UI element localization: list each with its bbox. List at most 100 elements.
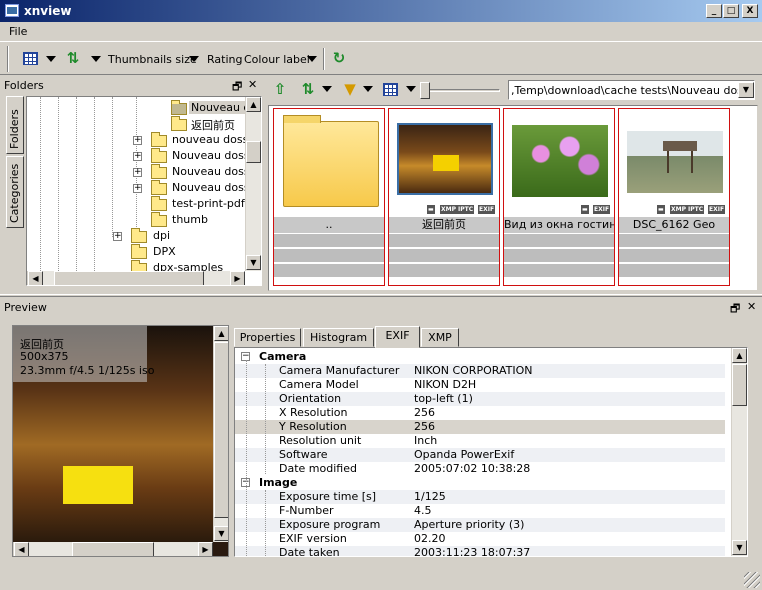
- tab-exif[interactable]: EXIF: [375, 326, 420, 348]
- scroll-right-icon[interactable]: ▶: [230, 271, 245, 285]
- folder-icon: [171, 116, 187, 131]
- exif-tree[interactable]: − Camera Camera Manufacturer NIKON CORPOR…: [234, 347, 748, 557]
- view-mode-icon[interactable]: [23, 52, 38, 65]
- sort-icon[interactable]: ⇅: [300, 81, 316, 97]
- scroll-left-icon[interactable]: ◀: [28, 271, 43, 285]
- exif-row-selected[interactable]: Y Resolution 256: [235, 420, 725, 434]
- scroll-down-icon[interactable]: ▼: [214, 526, 228, 541]
- tab-categories[interactable]: Categories: [6, 156, 24, 228]
- thumbnail-item[interactable]: ▬ XMP IPTC EXIF 返回前页: [388, 108, 500, 286]
- sort-dropdown-icon[interactable]: [91, 56, 101, 62]
- filter-dropdown-icon[interactable]: [363, 86, 373, 92]
- file-type-icon: ▬: [581, 205, 589, 214]
- tab-histogram[interactable]: Histogram: [303, 328, 374, 347]
- thumbnail-item[interactable]: ▬ EXIF Вид из окна гостин...: [503, 108, 615, 286]
- colour-label-dropdown-icon[interactable]: [307, 56, 317, 62]
- scroll-up-icon[interactable]: ▲: [732, 348, 747, 363]
- filter-icon[interactable]: ▼: [342, 81, 358, 97]
- path-dropdown-icon[interactable]: ▼: [738, 82, 754, 98]
- tree-item[interactable]: test-print-pdf: [27, 196, 245, 213]
- scroll-left-icon[interactable]: ◀: [14, 542, 29, 556]
- thumbnail-info-band: [619, 263, 729, 277]
- exif-vertical-scrollbar[interactable]: ▲ ▼: [731, 348, 747, 556]
- tree-item[interactable]: + Nouveau doss: [27, 164, 250, 181]
- scroll-thumb[interactable]: [246, 141, 261, 163]
- tree-item[interactable]: + dpi: [27, 228, 243, 245]
- expand-icon[interactable]: +: [133, 152, 142, 161]
- exif-group-image[interactable]: − Image: [235, 476, 725, 490]
- tree-item[interactable]: + Nouveau doss: [27, 148, 250, 165]
- expand-icon[interactable]: +: [113, 232, 122, 241]
- scroll-up-icon[interactable]: ▲: [214, 326, 228, 341]
- resize-grip-icon[interactable]: [744, 572, 760, 588]
- close-button[interactable]: X: [742, 4, 758, 18]
- exif-row[interactable]: Exposure time [s] 1/125: [235, 490, 725, 504]
- view-mode-dropdown-icon[interactable]: [46, 56, 56, 62]
- expand-icon[interactable]: +: [133, 136, 142, 145]
- exif-row[interactable]: X Resolution 256: [235, 406, 725, 420]
- sort-dropdown-icon[interactable]: [322, 86, 332, 92]
- thumbnail-size-slider[interactable]: [420, 89, 500, 92]
- view-mode-dropdown-icon[interactable]: [406, 86, 416, 92]
- minimize-button[interactable]: _: [706, 4, 722, 18]
- view-mode-icon[interactable]: [383, 83, 398, 96]
- refresh-icon[interactable]: ↻: [331, 50, 347, 66]
- exif-row[interactable]: Date modified 2005:07:02 10:38:28: [235, 462, 725, 476]
- sort-icon[interactable]: ⇅: [65, 50, 81, 66]
- colour-label-button[interactable]: Colour label: [244, 53, 310, 66]
- exif-row[interactable]: F-Number 4.5: [235, 504, 725, 518]
- exif-row[interactable]: Orientation top-left (1): [235, 392, 725, 406]
- scroll-down-icon[interactable]: ▼: [246, 255, 261, 270]
- scroll-right-icon[interactable]: ▶: [198, 542, 213, 556]
- close-panel-icon[interactable]: ✕: [747, 300, 756, 313]
- preview-image[interactable]: 返回前页 500x375 23.3mm f/4.5 1/125s iso ▲ ▼…: [12, 325, 229, 557]
- preview-horizontal-scrollbar[interactable]: ◀ ▶: [13, 542, 213, 556]
- thumbnail-item[interactable]: ▬ XMP IPTC EXIF DSC_6162 Geo: [618, 108, 730, 286]
- menu-file[interactable]: File: [9, 25, 27, 38]
- exif-row[interactable]: Resolution unit Inch: [235, 434, 725, 448]
- window-title: xnview: [24, 4, 72, 18]
- folder-tree[interactable]: Nouveau d 返回前页 + nouveau dossi + Nouveau…: [26, 96, 262, 286]
- thumbnails-size-button[interactable]: Thumbnails size: [108, 53, 197, 66]
- tab-xmp[interactable]: XMP: [421, 328, 459, 347]
- preview-vertical-scrollbar[interactable]: ▲ ▼: [213, 326, 228, 542]
- slider-handle[interactable]: [420, 82, 430, 99]
- tree-item[interactable]: + nouveau dossi: [27, 132, 251, 149]
- scroll-thumb[interactable]: [54, 271, 204, 285]
- exif-row[interactable]: Camera Manufacturer NIKON CORPORATION: [235, 364, 725, 378]
- thumbnails-size-dropdown-icon[interactable]: [189, 56, 199, 62]
- go-up-icon[interactable]: ⇧: [272, 81, 288, 97]
- exif-row[interactable]: Exposure program Aperture priority (3): [235, 518, 725, 532]
- path-combobox[interactable]: ,Temp\download\cache tests\Nouveau dossi…: [508, 80, 755, 100]
- exif-row[interactable]: Software Opanda PowerExif: [235, 448, 725, 462]
- exif-group-camera[interactable]: − Camera: [235, 350, 725, 364]
- tree-item[interactable]: Nouveau d: [27, 100, 253, 117]
- float-panel-icon[interactable]: 🗗: [730, 300, 740, 319]
- expand-icon[interactable]: +: [133, 184, 142, 193]
- scroll-thumb[interactable]: [732, 364, 747, 406]
- thumbnail-item[interactable]: ..: [273, 108, 385, 286]
- path-text[interactable]: ,Temp\download\cache tests\Nouveau dossi…: [511, 84, 754, 97]
- scroll-down-icon[interactable]: ▼: [732, 540, 747, 555]
- tree-item[interactable]: thumb: [27, 212, 243, 229]
- toolbar-grip[interactable]: [7, 46, 9, 72]
- maximize-button[interactable]: □: [723, 4, 739, 18]
- scroll-up-icon[interactable]: ▲: [246, 97, 261, 112]
- expand-icon[interactable]: +: [133, 168, 142, 177]
- tree-vertical-scrollbar[interactable]: ▲ ▼: [245, 97, 261, 271]
- exif-row[interactable]: Date taken 2003:11:23 18:07:37: [235, 546, 725, 556]
- scroll-thumb[interactable]: [72, 542, 154, 556]
- close-panel-icon[interactable]: ✕: [248, 78, 257, 91]
- tree-horizontal-scrollbar[interactable]: ◀ ▶: [27, 271, 245, 285]
- horizontal-splitter[interactable]: [0, 294, 762, 297]
- rating-button[interactable]: Rating: [207, 53, 242, 66]
- exif-row[interactable]: EXIF version 02.20: [235, 532, 725, 546]
- tree-item[interactable]: 返回前页: [27, 116, 243, 133]
- float-panel-icon[interactable]: 🗗: [232, 78, 242, 97]
- tab-folders[interactable]: Folders: [6, 96, 24, 154]
- tab-properties[interactable]: Properties: [234, 328, 301, 347]
- scroll-thumb[interactable]: [214, 342, 228, 518]
- tree-item[interactable]: DPX: [27, 244, 243, 261]
- tree-item[interactable]: + Nouveau doss: [27, 180, 250, 197]
- exif-row[interactable]: Camera Model NIKON D2H: [235, 378, 725, 392]
